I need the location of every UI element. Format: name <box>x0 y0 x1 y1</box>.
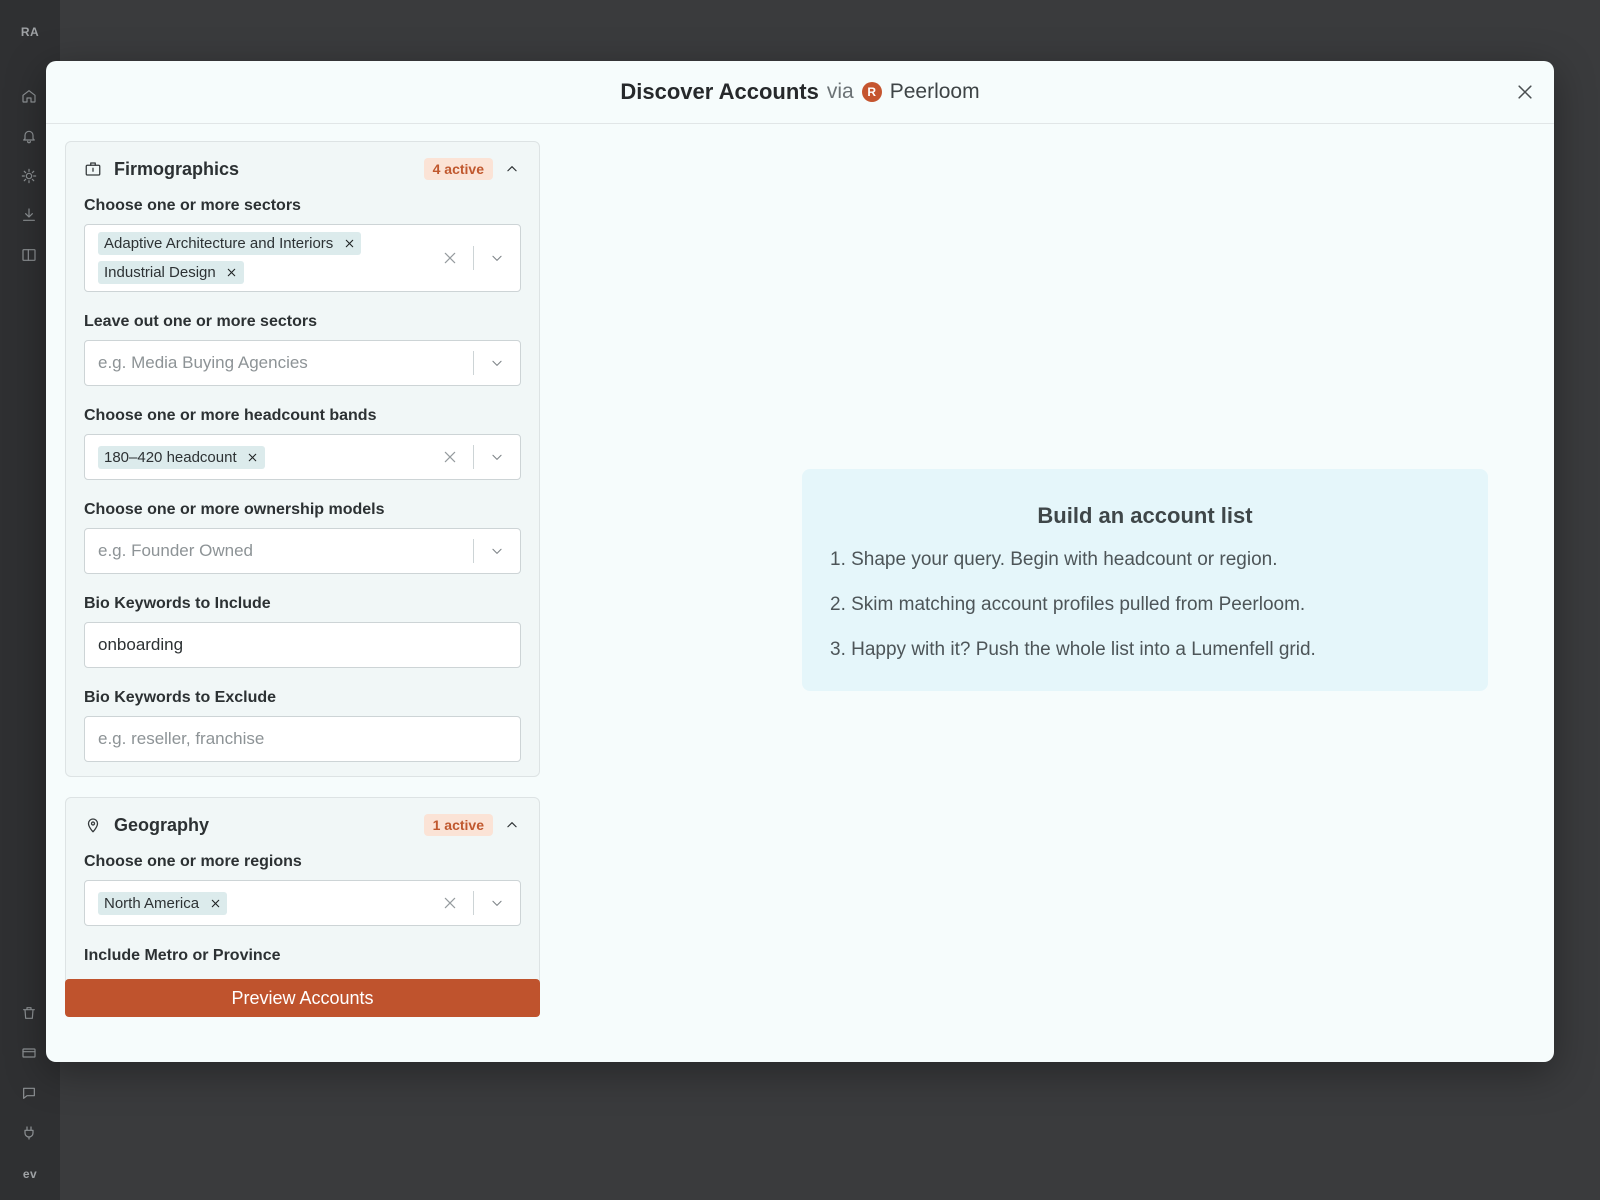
modal-title: Discover Accounts <box>620 79 819 104</box>
close-icon[interactable] <box>1514 81 1536 103</box>
field-label: Choose one or more ownership models <box>84 501 385 518</box>
metro-field: Include Metro or Province <box>84 946 521 966</box>
remove-chip-icon[interactable] <box>247 451 259 463</box>
headcount-chip: 180–420 headcount <box>98 445 265 469</box>
instructions-card: Build an account list 1. Shape your quer… <box>802 469 1488 691</box>
chevron-down-icon[interactable] <box>474 247 520 269</box>
instructions-title: Build an account list <box>1037 503 1253 528</box>
field-label: Choose one or more headcount bands <box>84 407 377 424</box>
firmographics-section: Firmographics 4 active Choose one or mor… <box>65 141 540 777</box>
select-placeholder: e.g. Founder Owned <box>98 541 253 560</box>
instruction-step: 3. Happy with it? Push the whole list in… <box>830 639 1316 660</box>
section-title: Geography <box>114 814 210 835</box>
filter-panel[interactable]: Firmographics 4 active Choose one or mor… <box>65 141 540 1015</box>
chip-label: Industrial Design <box>104 264 216 281</box>
section-title: Firmographics <box>114 158 240 179</box>
card-icon[interactable] <box>20 1044 38 1062</box>
sun-icon[interactable] <box>20 167 38 185</box>
trash-icon[interactable] <box>20 1004 38 1022</box>
sectors-field: Choose one or more sectors Adaptive Arch… <box>84 196 521 292</box>
field-label: Bio Keywords to Exclude <box>84 689 277 706</box>
bio-include-input[interactable] <box>84 622 521 668</box>
ownership-field: Choose one or more ownership models e.g.… <box>84 500 521 574</box>
geography-section: Geography 1 active Choose one or more re… <box>65 797 540 987</box>
discover-accounts-modal: Discover Accounts via R Peerloom Firmogr… <box>46 61 1554 1062</box>
sector-chip: Industrial Design <box>98 261 244 284</box>
geography-header[interactable]: Geography 1 active <box>84 798 521 852</box>
chevron-down-icon[interactable] <box>474 892 520 914</box>
field-label: Leave out one or more sectors <box>84 313 317 330</box>
field-label: Choose one or more sectors <box>84 197 301 214</box>
chip-label: 180–420 headcount <box>104 448 237 466</box>
regions-field: Choose one or more regions North America <box>84 852 521 926</box>
chevron-up-icon[interactable] <box>503 816 521 834</box>
chip-label: Adaptive Architecture and Interiors <box>104 235 334 252</box>
remove-chip-icon[interactable] <box>209 897 221 909</box>
bio-exclude-field: Bio Keywords to Exclude <box>84 688 521 762</box>
download-icon[interactable] <box>20 206 38 224</box>
active-count-badge: 1 active <box>423 814 493 836</box>
sectors-select[interactable]: Adaptive Architecture and Interiors Indu… <box>84 224 521 292</box>
field-label: Bio Keywords to Include <box>84 595 271 612</box>
chat-icon[interactable] <box>20 1084 38 1102</box>
firmographics-header[interactable]: Firmographics 4 active <box>84 142 521 196</box>
exclude-sectors-select[interactable]: e.g. Media Buying Agencies <box>84 340 521 386</box>
chevron-down-icon[interactable] <box>474 446 520 468</box>
headcount-field: Choose one or more headcount bands 180–4… <box>84 406 521 480</box>
instruction-step: 2. Skim matching account profiles pulled… <box>830 594 1306 615</box>
clear-all-icon[interactable] <box>439 247 461 269</box>
region-chip: North America <box>98 891 228 915</box>
clear-all-icon[interactable] <box>439 446 461 468</box>
layout-icon[interactable] <box>20 246 38 264</box>
exclude-sectors-field: Leave out one or more sectors e.g. Media… <box>84 312 521 386</box>
brand-name: Peerloom <box>889 80 980 103</box>
headcount-select[interactable]: 180–420 headcount <box>84 434 521 480</box>
field-label: Include Metro or Province <box>84 947 281 964</box>
plug-icon[interactable] <box>20 1124 38 1142</box>
workspace-avatar[interactable]: RA <box>0 25 60 39</box>
instruction-step: 1. Shape your query. Begin with headcoun… <box>830 549 1278 570</box>
remove-chip-icon[interactable] <box>343 238 355 250</box>
chevron-down-icon[interactable] <box>474 540 520 562</box>
chevron-down-icon[interactable] <box>474 352 520 374</box>
clear-all-icon[interactable] <box>439 892 461 914</box>
active-count-badge: 4 active <box>423 158 493 180</box>
preview-accounts-button[interactable]: Preview Accounts <box>65 979 540 1017</box>
select-placeholder: e.g. Media Buying Agencies <box>98 353 308 372</box>
modal-header: Discover Accounts via R Peerloom <box>46 61 1554 124</box>
bio-include-field: Bio Keywords to Include <box>84 594 521 668</box>
remove-chip-icon[interactable] <box>226 267 238 279</box>
field-label: Choose one or more regions <box>84 853 302 870</box>
bell-icon[interactable] <box>20 127 38 145</box>
briefcase-icon <box>84 160 102 178</box>
regions-select[interactable]: North America <box>84 880 521 926</box>
bio-exclude-input[interactable] <box>84 716 521 762</box>
chip-label: North America <box>104 894 200 912</box>
peerloom-logo-icon: R <box>861 82 882 102</box>
modal-via-text: via <box>826 80 854 103</box>
map-pin-icon <box>84 816 102 834</box>
ownership-select[interactable]: e.g. Founder Owned <box>84 528 521 574</box>
user-avatar[interactable]: ev <box>0 1167 60 1181</box>
sector-chip: Adaptive Architecture and Interiors <box>98 232 362 255</box>
home-icon[interactable] <box>20 87 38 105</box>
chevron-up-icon[interactable] <box>503 160 521 178</box>
